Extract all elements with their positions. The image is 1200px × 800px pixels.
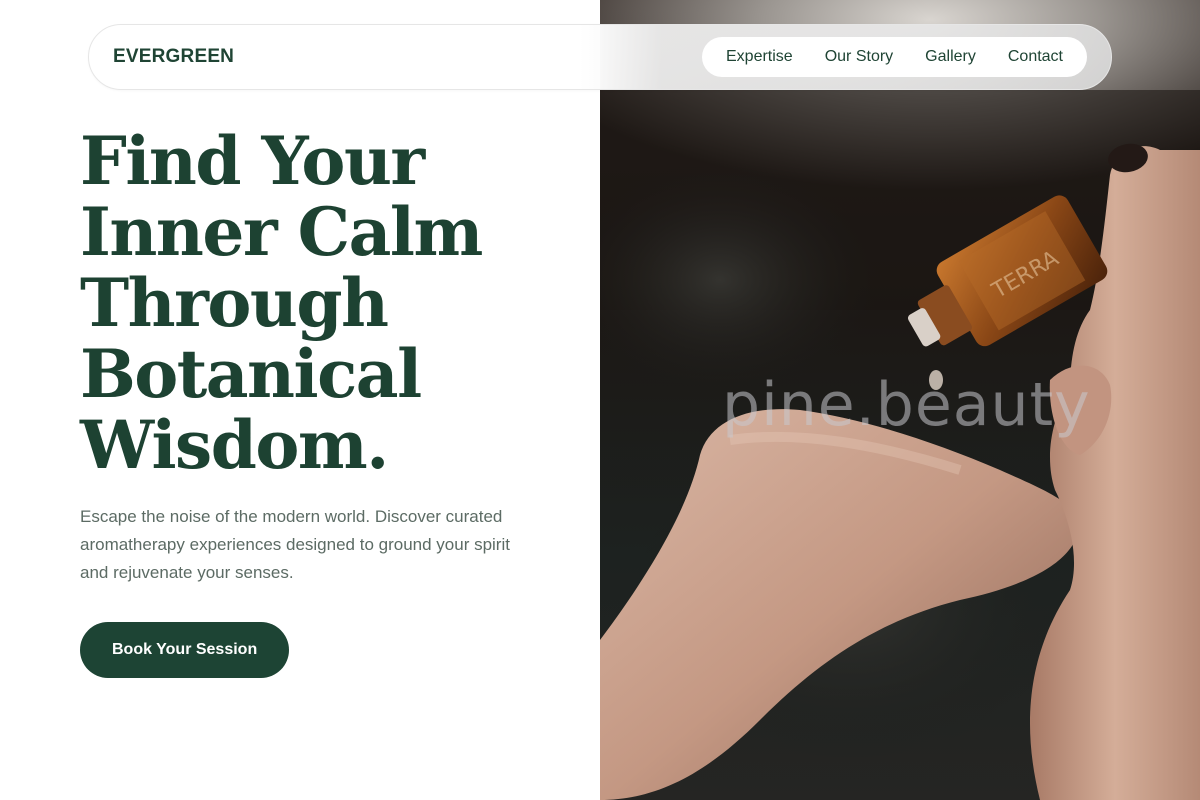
headline-line: Botanical (80, 335, 422, 413)
navbar: EVERGREEN Expertise Our Story Gallery Co… (88, 24, 1112, 90)
headline-line: Find Your (80, 122, 425, 200)
nav-link-our-story[interactable]: Our Story (809, 37, 909, 77)
nav-links: Expertise Our Story Gallery Contact (702, 37, 1087, 77)
book-session-button[interactable]: Book Your Session (80, 622, 290, 678)
headline-line: Wisdom. (80, 406, 389, 484)
nav-link-expertise[interactable]: Expertise (710, 37, 809, 77)
hero-photo: TERRA (600, 0, 1200, 800)
essential-oil-illustration: TERRA (600, 90, 1200, 800)
hero-content: Find Your Inner Calm Through Botanical W… (80, 126, 580, 587)
nav-link-contact[interactable]: Contact (992, 37, 1079, 77)
hero-subtext: Escape the noise of the modern world. Di… (80, 507, 510, 582)
headline-line: Inner Calm (80, 193, 483, 271)
headline-line: Through (80, 264, 389, 342)
hero-headline: Find Your Inner Calm Through Botanical W… (80, 126, 580, 481)
nav-link-gallery[interactable]: Gallery (909, 37, 992, 77)
brand-logo[interactable]: EVERGREEN (113, 46, 234, 68)
